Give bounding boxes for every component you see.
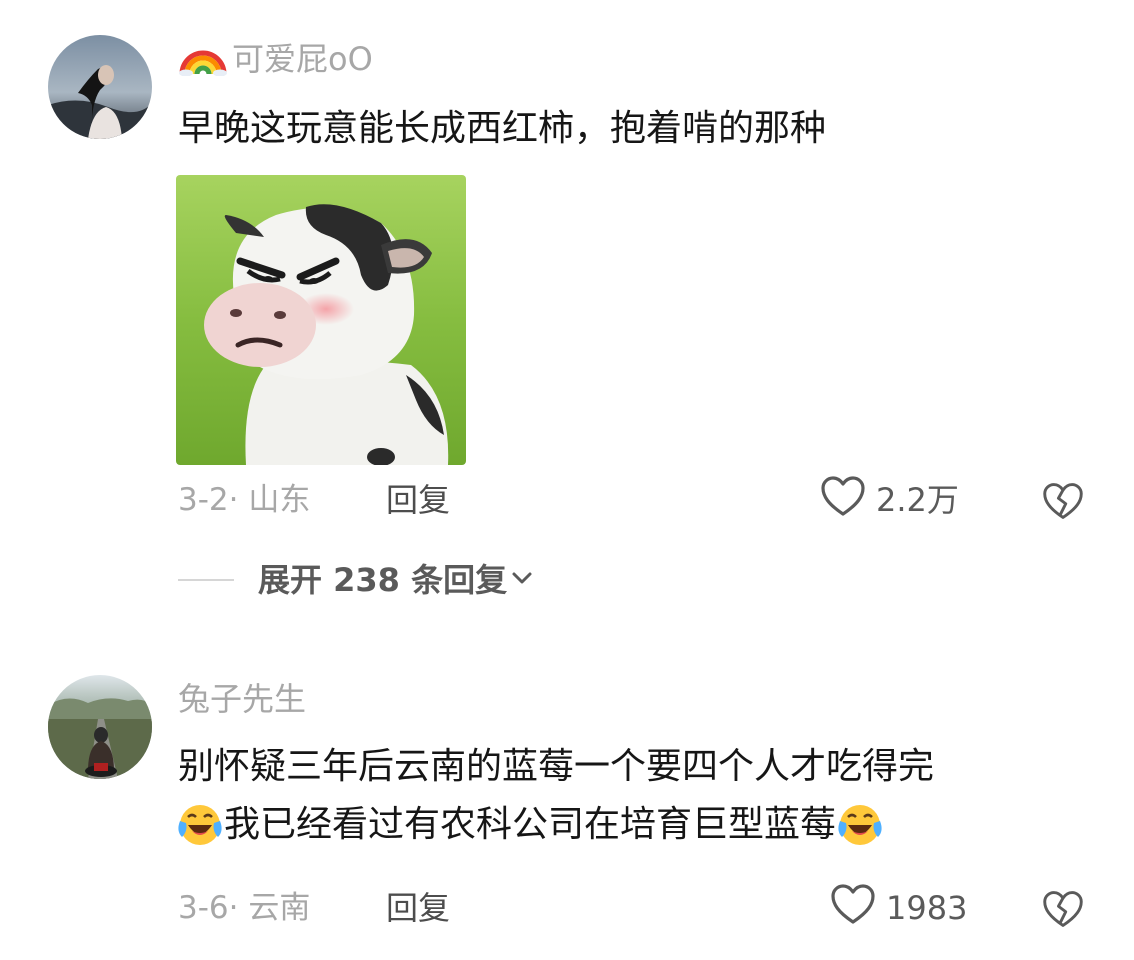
chevron-down-icon	[511, 570, 533, 590]
heart-icon	[820, 475, 866, 525]
comment-meta: 3-6· 云南	[178, 890, 311, 926]
crying-laughing-face-icon	[836, 801, 884, 865]
like-button[interactable]: 2.2万	[820, 475, 959, 525]
comment-line-with-emoji: 我已经看过有农科公司在培育巨型蓝莓	[178, 796, 934, 854]
comment-text: 早晚这玩意能长成西红柿，抱着啃的那种	[178, 100, 826, 158]
comment-line: 别怀疑三年后云南的蓝莓一个要四个人才吃得完	[178, 746, 935, 787]
divider	[178, 579, 234, 581]
broken-heart-icon[interactable]	[1042, 480, 1084, 522]
reply-button[interactable]: 回复	[386, 480, 450, 520]
comment-line: 早晚这玩意能长成西红柿，抱着啃的那种	[178, 108, 827, 149]
like-button[interactable]: 1983	[830, 883, 968, 933]
comment-list: 可爱屁oO 早晚这玩意能长成西红柿，抱着啃的那种 3-2· 山东 回复 2.2万…	[0, 0, 1134, 960]
heart-icon	[830, 883, 876, 933]
username[interactable]: 兔子先生	[178, 677, 306, 721]
avatar[interactable]	[48, 35, 152, 139]
like-count: 1983	[886, 889, 968, 927]
comment-text: 别怀疑三年后云南的蓝莓一个要四个人才吃得完 我已经看过有农科公司在培育巨型蓝莓	[178, 738, 934, 854]
comment-line-text: 我已经看过有农科公司在培育巨型蓝莓	[224, 804, 837, 845]
reply-button[interactable]: 回复	[386, 888, 450, 928]
username-text: 可爱屁oO	[232, 40, 373, 78]
like-count: 2.2万	[876, 481, 959, 519]
expand-replies[interactable]: 展开 238 条回复	[178, 558, 533, 602]
expand-replies-label: 展开 238 条回复	[258, 561, 508, 599]
comment-item: 兔子先生 别怀疑三年后云南的蓝莓一个要四个人才吃得完 我已经看过有农科公司在培育…	[0, 655, 1134, 960]
broken-heart-icon[interactable]	[1042, 888, 1084, 930]
rainbow-icon	[178, 36, 228, 87]
avatar[interactable]	[48, 675, 152, 779]
angry-cow-sticker[interactable]	[176, 175, 466, 465]
username[interactable]: 可爱屁oO	[178, 36, 373, 87]
crying-laughing-face-icon	[176, 801, 224, 865]
comment-meta: 3-2· 山东	[178, 482, 311, 518]
comment-item: 可爱屁oO 早晚这玩意能长成西红柿，抱着啃的那种 3-2· 山东 回复 2.2万…	[0, 0, 1134, 640]
